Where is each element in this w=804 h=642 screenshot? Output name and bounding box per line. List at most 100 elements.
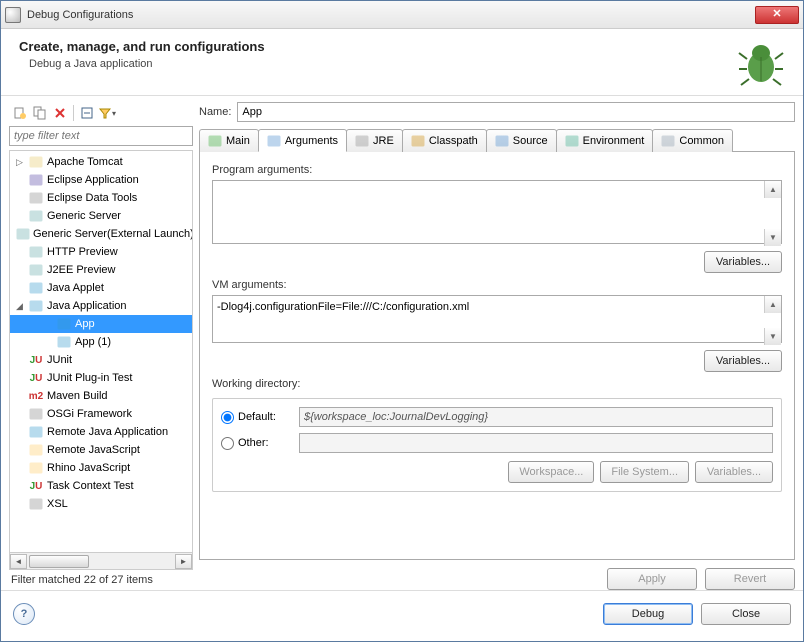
tree-item[interactable]: ▷Apache Tomcat: [10, 153, 192, 171]
remote-java-icon: [28, 424, 44, 440]
working-dir-label: Working directory:: [212, 378, 782, 390]
tree-item-label: Eclipse Application: [47, 174, 139, 186]
default-radio-label[interactable]: Default:: [221, 411, 291, 424]
default-radio[interactable]: [221, 411, 234, 424]
tree-hscrollbar[interactable]: ◄ ►: [9, 553, 193, 570]
filter-config-button[interactable]: ▾: [98, 104, 116, 122]
config-toolbar: ▾: [9, 102, 193, 124]
new-config-button[interactable]: [11, 104, 29, 122]
db-icon: [28, 190, 44, 206]
tree-item[interactable]: Rhino JavaScript: [10, 459, 192, 477]
debug-button[interactable]: Debug: [603, 603, 693, 625]
tree-item-label: OSGi Framework: [47, 408, 132, 420]
tab-arguments[interactable]: Arguments: [258, 129, 347, 152]
tree-item-label: Java Application: [47, 300, 127, 312]
tree-item-label: Generic Server: [47, 210, 121, 222]
scroll-right-arrow[interactable]: ►: [175, 554, 192, 569]
revert-button[interactable]: Revert: [705, 568, 795, 590]
filter-status: Filter matched 22 of 27 items: [9, 570, 193, 590]
vm-variables-button[interactable]: Variables...: [704, 350, 782, 372]
tab-label: Main: [226, 135, 250, 147]
tree-item[interactable]: J2EE Preview: [10, 261, 192, 279]
tree-item-label: Generic Server(External Launch): [33, 228, 193, 240]
tree-item[interactable]: Remote Java Application: [10, 423, 192, 441]
apply-button[interactable]: Apply: [607, 568, 697, 590]
server-icon: [28, 244, 44, 260]
scroll-up-icon[interactable]: ▲: [764, 181, 781, 198]
server-icon: [16, 226, 30, 242]
tree-item-label: Task Context Test: [47, 480, 134, 492]
tab-source[interactable]: Source: [486, 129, 557, 152]
tab-label: Arguments: [285, 135, 338, 147]
default-dir-input: [299, 407, 773, 427]
help-button[interactable]: ?: [13, 603, 35, 625]
tree-item[interactable]: JUJUnit: [10, 351, 192, 369]
tab-label: Environment: [583, 135, 645, 147]
junit-icon: JU: [28, 352, 44, 368]
close-button[interactable]: Close: [701, 603, 791, 625]
tab-common[interactable]: Common: [652, 129, 733, 152]
jre-icon: [355, 134, 369, 148]
env-icon: [565, 134, 579, 148]
other-radio[interactable]: [221, 437, 234, 450]
tree-item-label: Maven Build: [47, 390, 108, 402]
left-panel: ▾ ▷Apache Tomcat Eclipse Application Eclip…: [9, 102, 193, 590]
source-icon: [495, 134, 509, 148]
main-icon: [208, 134, 222, 148]
tree-item[interactable]: XSL: [10, 495, 192, 513]
scroll-thumb[interactable]: [29, 555, 89, 568]
close-window-button[interactable]: ✕: [755, 6, 799, 24]
tree-item-label: Remote Java Application: [47, 426, 168, 438]
tree-item-label: Rhino JavaScript: [47, 462, 130, 474]
program-args-textarea[interactable]: [212, 180, 782, 244]
filesystem-button[interactable]: File System...: [600, 461, 689, 483]
tree-item[interactable]: Java Applet: [10, 279, 192, 297]
collapse-all-button[interactable]: [78, 104, 96, 122]
arguments-tab-panel: Program arguments: ▲▼ Variables... VM ar…: [199, 152, 795, 560]
tree-item-label: JUnit: [47, 354, 72, 366]
vm-args-textarea[interactable]: -Dlog4j.configurationFile=File:///C:/con…: [212, 295, 782, 343]
tree-item[interactable]: ◢Java Application: [10, 297, 192, 315]
tab-main[interactable]: Main: [199, 129, 259, 152]
vm-args-label: VM arguments:: [212, 279, 782, 291]
tab-label: Classpath: [429, 135, 478, 147]
tree-item[interactable]: App (1): [10, 333, 192, 351]
header-subtitle: Debug a Java application: [29, 58, 737, 70]
scroll-down-icon[interactable]: ▼: [764, 229, 781, 246]
scroll-up-icon[interactable]: ▲: [764, 296, 781, 313]
tree-item[interactable]: App: [10, 315, 192, 333]
right-panel: Name: MainArgumentsJREClasspathSourceEnv…: [199, 102, 795, 590]
workspace-button[interactable]: Workspace...: [508, 461, 594, 483]
tree-item[interactable]: JUTask Context Test: [10, 477, 192, 495]
tree-item-label: Eclipse Data Tools: [47, 192, 137, 204]
duplicate-config-button[interactable]: [31, 104, 49, 122]
delete-config-button[interactable]: [51, 104, 69, 122]
tree-item[interactable]: Remote JavaScript: [10, 441, 192, 459]
other-radio-label[interactable]: Other:: [221, 437, 291, 450]
tree-item[interactable]: Generic Server(External Launch): [10, 225, 192, 243]
scroll-down-icon[interactable]: ▼: [764, 328, 781, 345]
scroll-left-arrow[interactable]: ◄: [10, 554, 27, 569]
tree-item-label: Java Applet: [47, 282, 104, 294]
config-tree[interactable]: ▷Apache Tomcat Eclipse Application Eclipse…: [9, 150, 193, 553]
tree-item[interactable]: JUJUnit Plug-in Test: [10, 369, 192, 387]
tree-item[interactable]: OSGi Framework: [10, 405, 192, 423]
tree-item[interactable]: Generic Server: [10, 207, 192, 225]
program-variables-button[interactable]: Variables...: [704, 251, 782, 273]
tab-jre[interactable]: JRE: [346, 129, 403, 152]
tab-classpath[interactable]: Classpath: [402, 129, 487, 152]
app-icon: [5, 7, 21, 23]
config-tabs: Main Arguments JRE Classpath Source Environme…: [199, 128, 795, 152]
window-title: Debug Configurations: [27, 9, 755, 21]
name-input[interactable]: [237, 102, 795, 122]
args-icon: [267, 134, 281, 148]
tree-item-label: XSL: [47, 498, 68, 510]
wd-variables-button[interactable]: Variables...: [695, 461, 773, 483]
tree-item[interactable]: Eclipse Application: [10, 171, 192, 189]
tree-item[interactable]: m2Maven Build: [10, 387, 192, 405]
tree-item[interactable]: HTTP Preview: [10, 243, 192, 261]
tree-item[interactable]: Eclipse Data Tools: [10, 189, 192, 207]
debug-bug-icon: [737, 39, 785, 87]
filter-input[interactable]: [9, 126, 193, 146]
tab-environment[interactable]: Environment: [556, 129, 654, 152]
